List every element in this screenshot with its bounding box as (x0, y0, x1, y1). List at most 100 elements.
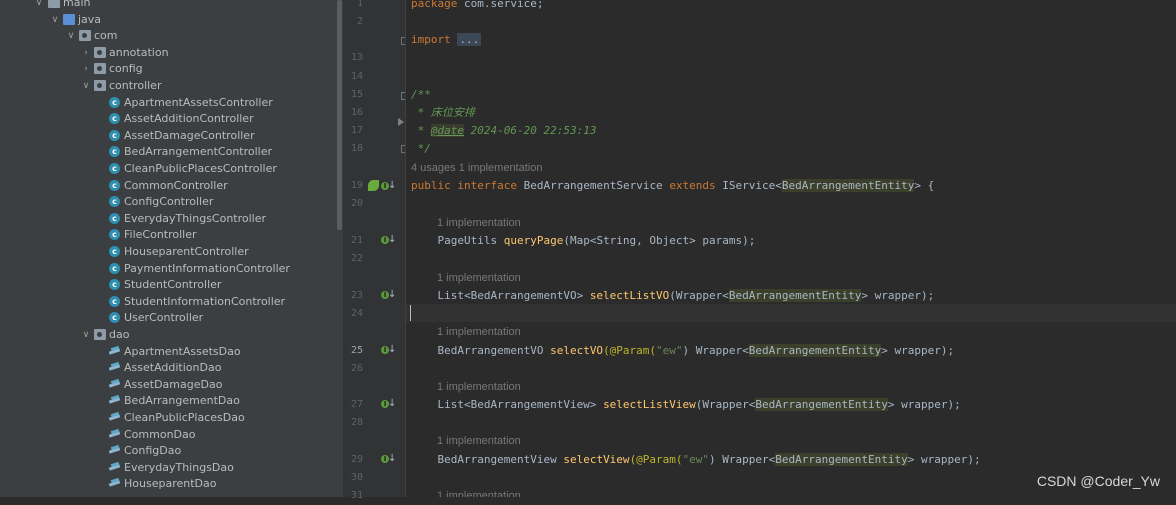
chevron-down-icon[interactable]: ∨ (81, 327, 91, 343)
tree-item-everydaythingscontroller[interactable]: c EverydayThingsController (0, 211, 337, 227)
implementation-hint[interactable]: 1 implementation (437, 214, 521, 232)
chevron-down-icon[interactable]: ∨ (34, 0, 44, 11)
code-line-17[interactable]: * 床位安排 (411, 104, 475, 122)
tree-item-assetdamagedao[interactable]: AssetDamageDao (0, 377, 337, 393)
tree-item-label: AssetAdditionController (124, 112, 254, 126)
tree-item-bedarrangementcontroller[interactable]: c BedArrangementController (0, 144, 337, 160)
line-number[interactable]: 24 (345, 305, 363, 323)
implemented-arrow-icon[interactable]: ↓ (388, 454, 396, 464)
tree-item-com[interactable]: ∨ com (0, 28, 337, 44)
line-number[interactable]: 30 (345, 469, 363, 487)
chevron-right-icon[interactable]: › (81, 61, 91, 77)
implemented-arrow-icon[interactable]: ↓ (388, 345, 396, 355)
fold-arrow-icon[interactable] (398, 118, 404, 126)
code-line-28[interactable]: List<BedArrangementView> selectListView(… (411, 396, 961, 414)
tree-item-assetadditiondao[interactable]: AssetAdditionDao (0, 360, 337, 376)
param-annotation: (@Param( (603, 344, 657, 357)
code-line-26[interactable]: BedArrangementVO selectVO(@Param("ew") W… (411, 342, 954, 360)
line-number[interactable]: 20 (345, 195, 363, 213)
line-number[interactable]: 28 (345, 414, 363, 432)
line-number[interactable]: 26 (345, 360, 363, 378)
implementation-hint[interactable]: 1 implementation (437, 432, 521, 450)
tree-item-paymentinformationcontroller[interactable]: c PaymentInformationController (0, 261, 337, 277)
tree-item-label: ConfigController (124, 195, 214, 209)
class-icon: c (109, 229, 120, 241)
tree-item-assetdamagecontroller[interactable]: c AssetDamageController (0, 128, 337, 144)
tree-item-java[interactable]: ∨ java (0, 12, 337, 28)
folded-imports[interactable]: ... (457, 33, 482, 46)
code-line-18[interactable]: * @date 2024-06-20 22:53:13 (411, 122, 596, 140)
code-line-2[interactable]: import ... (411, 31, 482, 49)
code-line-24[interactable]: List<BedArrangementVO> selectListVO(Wrap… (411, 287, 934, 305)
line-number[interactable]: 21 (345, 232, 363, 250)
class-icon: c (109, 113, 120, 125)
line-number[interactable]: 19 (345, 177, 363, 195)
code-line-19[interactable]: */ (411, 140, 431, 158)
tree-item-configcontroller[interactable]: c ConfigController (0, 194, 337, 210)
return-type: BedArrangementView (411, 453, 564, 466)
tree-item-cleanpublicplacesdao[interactable]: CleanPublicPlacesDao (0, 410, 337, 426)
line-number[interactable]: 31 (345, 487, 363, 505)
implemented-arrow-icon[interactable]: ↓ (388, 181, 396, 191)
param-type: ) Wrapper< (709, 453, 776, 466)
line-number[interactable]: 13 (345, 49, 363, 67)
code-editor[interactable]: package com.service; import ... /** * 床位… (406, 0, 1176, 497)
tree-item-houseparentdao[interactable]: HouseparentDao (0, 476, 337, 492)
chevron-down-icon[interactable]: ∨ (81, 78, 91, 94)
line-number[interactable]: 16 (345, 104, 363, 122)
line-number[interactable]: 17 (345, 122, 363, 140)
tree-item-annotation[interactable]: › annotation (0, 45, 337, 61)
implementation-hint[interactable]: 1 implementation (437, 378, 521, 396)
implemented-arrow-icon[interactable]: ↓ (388, 399, 396, 409)
tree-item-commondao[interactable]: CommonDao (0, 427, 337, 443)
tree-item-usercontroller[interactable]: c UserController (0, 310, 337, 326)
implementation-hint[interactable]: 1 implementation (437, 323, 521, 341)
tree-item-cleanpublicplacescontroller[interactable]: c CleanPublicPlacesController (0, 161, 337, 177)
tree-item-studentcontroller[interactable]: c StudentController (0, 277, 337, 293)
tree-item-configdao[interactable]: ConfigDao (0, 443, 337, 459)
tree-item-everydaythingsdao[interactable]: EverydayThingsDao (0, 460, 337, 476)
chevron-right-icon[interactable]: › (81, 45, 91, 61)
tree-item-commoncontroller[interactable]: c CommonController (0, 178, 337, 194)
tree-item-apartmentassetsdao[interactable]: ApartmentAssetsDao (0, 344, 337, 360)
line-number[interactable]: 22 (345, 250, 363, 268)
tree-item-assetadditioncontroller[interactable]: c AssetAdditionController (0, 111, 337, 127)
interface-icon (109, 445, 122, 455)
tree-item-config[interactable]: › config (0, 61, 337, 77)
code-line-20[interactable]: public interface BedArrangementService e… (411, 177, 934, 195)
tree-item-studentinformationcontroller[interactable]: c StudentInformationController (0, 294, 337, 310)
spring-bean-icon[interactable] (368, 180, 379, 191)
line-number[interactable]: 23 (345, 287, 363, 305)
tree-item-bedarrangementdao[interactable]: BedArrangementDao (0, 393, 337, 409)
string-literal: "ew" (682, 453, 710, 466)
code-line-16[interactable]: /** (411, 86, 431, 104)
current-line-highlight (406, 304, 1176, 322)
code-line-22[interactable]: PageUtils queryPage(Map<String, Object> … (411, 232, 755, 250)
line-number[interactable]: 2 (345, 13, 363, 31)
tree-item-houseparentcontroller[interactable]: c HouseparentController (0, 244, 337, 260)
tree-item-main[interactable]: ∨ main (0, 0, 337, 11)
line-number[interactable]: 1 (345, 0, 363, 13)
implemented-arrow-icon[interactable]: ↓ (388, 290, 396, 300)
tree-item-controller[interactable]: ∨ controller (0, 78, 337, 94)
line-number[interactable]: 18 (345, 140, 363, 158)
code-line-30[interactable]: BedArrangementView selectView(@Param("ew… (411, 451, 981, 469)
line-number[interactable]: 15 (345, 86, 363, 104)
line-number[interactable]: 14 (345, 68, 363, 86)
usages-hint[interactable]: 4 usages 1 implementation (411, 159, 542, 177)
implemented-arrow-icon[interactable]: ↓ (388, 235, 396, 245)
chevron-down-icon[interactable]: ∨ (66, 28, 76, 44)
tree-scrollbar[interactable] (337, 0, 342, 230)
param-open: (Wrapper< (669, 289, 729, 302)
code-line-1[interactable]: package com.service; (411, 0, 543, 13)
line-number[interactable]: 27 (345, 396, 363, 414)
tree-item-apartmentassetscontroller[interactable]: c ApartmentAssetsController (0, 95, 337, 111)
tree-item-dao[interactable]: ∨ dao (0, 327, 337, 343)
tree-item-filecontroller[interactable]: c FileController (0, 227, 337, 243)
tree-item-label: ApartmentAssetsDao (124, 344, 241, 358)
line-number[interactable]: 29 (345, 451, 363, 469)
implementation-hint[interactable]: 1 implementation (437, 269, 521, 287)
chevron-down-icon[interactable]: ∨ (50, 12, 60, 28)
implementation-hint[interactable]: 1 implementation (437, 487, 521, 497)
line-number[interactable]: 25 (345, 342, 363, 360)
